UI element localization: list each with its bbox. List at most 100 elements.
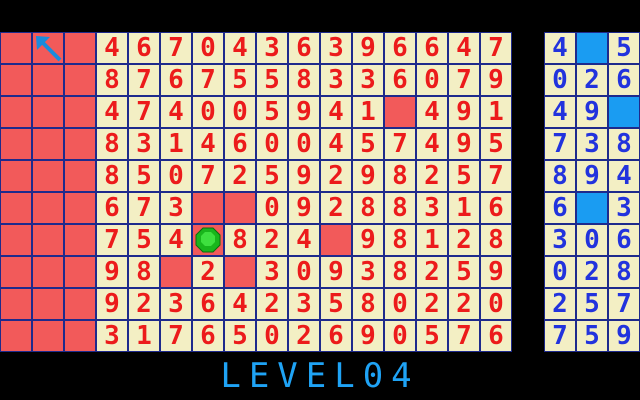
board-tile[interactable]: 9 (321, 257, 351, 287)
empty-tile[interactable] (33, 225, 63, 255)
board-tile[interactable]: 0 (289, 129, 319, 159)
board-tile[interactable]: 8 (97, 129, 127, 159)
board-tile[interactable]: 4 (161, 97, 191, 127)
board-tile[interactable]: 2 (417, 161, 447, 191)
empty-tile[interactable] (33, 193, 63, 223)
board-tile[interactable]: 6 (385, 33, 415, 63)
board-tile[interactable]: 2 (129, 289, 159, 319)
board-tile[interactable]: 9 (289, 193, 319, 223)
board-tile[interactable]: 2 (193, 257, 223, 287)
board-tile[interactable]: 2 (225, 161, 255, 191)
board-tile[interactable]: 6 (481, 193, 511, 223)
empty-tile[interactable] (33, 161, 63, 191)
board-tile[interactable]: 3 (321, 33, 351, 63)
board-tile[interactable]: 5 (225, 321, 255, 351)
board-tile[interactable]: 0 (161, 161, 191, 191)
board-tile[interactable]: 8 (385, 161, 415, 191)
empty-tile[interactable] (193, 193, 223, 223)
board-tile[interactable]: 3 (257, 33, 287, 63)
board-tile[interactable]: 0 (257, 129, 287, 159)
empty-tile[interactable] (33, 65, 63, 95)
board-tile[interactable]: 0 (385, 321, 415, 351)
board-tile[interactable]: 7 (449, 321, 479, 351)
empty-tile[interactable] (65, 65, 95, 95)
board-tile[interactable]: 5 (481, 129, 511, 159)
board-tile[interactable]: 3 (257, 257, 287, 287)
board-tile[interactable]: 7 (129, 65, 159, 95)
board-tile[interactable]: 2 (449, 225, 479, 255)
board-tile[interactable]: 7 (449, 65, 479, 95)
empty-tile[interactable] (385, 97, 415, 127)
board-tile[interactable]: 3 (353, 257, 383, 287)
board-tile[interactable]: 8 (385, 193, 415, 223)
empty-tile[interactable] (33, 97, 63, 127)
board-tile[interactable]: 7 (97, 225, 127, 255)
board-tile[interactable]: 4 (97, 33, 127, 63)
board-tile[interactable]: 0 (257, 321, 287, 351)
board-tile[interactable]: 8 (129, 257, 159, 287)
board-tile[interactable]: 7 (161, 321, 191, 351)
board-tile[interactable]: 3 (417, 193, 447, 223)
empty-tile[interactable] (1, 129, 31, 159)
board-tile[interactable]: 1 (481, 97, 511, 127)
board-tile[interactable]: 6 (321, 321, 351, 351)
empty-tile[interactable] (1, 193, 31, 223)
board-tile[interactable]: 6 (97, 193, 127, 223)
board-tile[interactable]: 9 (353, 33, 383, 63)
board-tile[interactable]: 5 (257, 97, 287, 127)
board-tile[interactable]: 1 (353, 97, 383, 127)
board-tile[interactable]: 2 (417, 289, 447, 319)
board-tile[interactable]: 6 (289, 33, 319, 63)
board-tile[interactable]: 9 (97, 257, 127, 287)
empty-tile[interactable] (65, 193, 95, 223)
board-tile[interactable]: 4 (97, 97, 127, 127)
board-tile[interactable]: 4 (417, 129, 447, 159)
board-tile[interactable]: 9 (289, 97, 319, 127)
empty-tile[interactable] (1, 97, 31, 127)
board-tile[interactable]: 8 (97, 65, 127, 95)
board-tile[interactable]: 9 (481, 65, 511, 95)
board-tile[interactable]: 9 (97, 289, 127, 319)
empty-tile[interactable] (1, 65, 31, 95)
board-tile[interactable]: 8 (225, 225, 255, 255)
board-tile[interactable]: 6 (481, 321, 511, 351)
board-tile[interactable]: 9 (353, 321, 383, 351)
board-tile[interactable]: 3 (129, 129, 159, 159)
board-tile[interactable]: 2 (321, 193, 351, 223)
board-tile[interactable]: 6 (161, 65, 191, 95)
board-tile[interactable]: 9 (449, 129, 479, 159)
board-tile[interactable]: 5 (449, 257, 479, 287)
board-tile[interactable]: 1 (417, 225, 447, 255)
board-tile[interactable]: 6 (225, 129, 255, 159)
empty-tile[interactable] (65, 225, 95, 255)
board-tile[interactable]: 7 (481, 161, 511, 191)
board-tile[interactable]: 1 (129, 321, 159, 351)
board-tile[interactable]: 8 (385, 225, 415, 255)
empty-tile[interactable] (225, 257, 255, 287)
empty-tile[interactable] (193, 225, 223, 255)
board-tile[interactable]: 6 (385, 65, 415, 95)
board-tile[interactable]: 3 (161, 289, 191, 319)
board-tile[interactable]: 3 (161, 193, 191, 223)
empty-tile[interactable] (33, 129, 63, 159)
board-tile[interactable]: 9 (353, 225, 383, 255)
empty-tile[interactable] (321, 225, 351, 255)
board-tile[interactable]: 3 (97, 321, 127, 351)
board-tile[interactable]: 1 (449, 193, 479, 223)
board-tile[interactable]: 7 (481, 33, 511, 63)
board-tile[interactable]: 0 (417, 65, 447, 95)
empty-tile[interactable] (65, 33, 95, 63)
board-tile[interactable]: 4 (161, 225, 191, 255)
board-tile[interactable]: 4 (289, 225, 319, 255)
board-tile[interactable]: 0 (385, 289, 415, 319)
board-tile[interactable]: 2 (257, 289, 287, 319)
board-tile[interactable]: 7 (161, 33, 191, 63)
board-tile[interactable]: 4 (225, 33, 255, 63)
board-tile[interactable]: 2 (257, 225, 287, 255)
board-tile[interactable]: 2 (321, 161, 351, 191)
board-tile[interactable]: 3 (321, 65, 351, 95)
board-tile[interactable]: 3 (289, 289, 319, 319)
empty-tile[interactable] (33, 289, 63, 319)
board-tile[interactable]: 0 (481, 289, 511, 319)
empty-tile[interactable] (1, 161, 31, 191)
